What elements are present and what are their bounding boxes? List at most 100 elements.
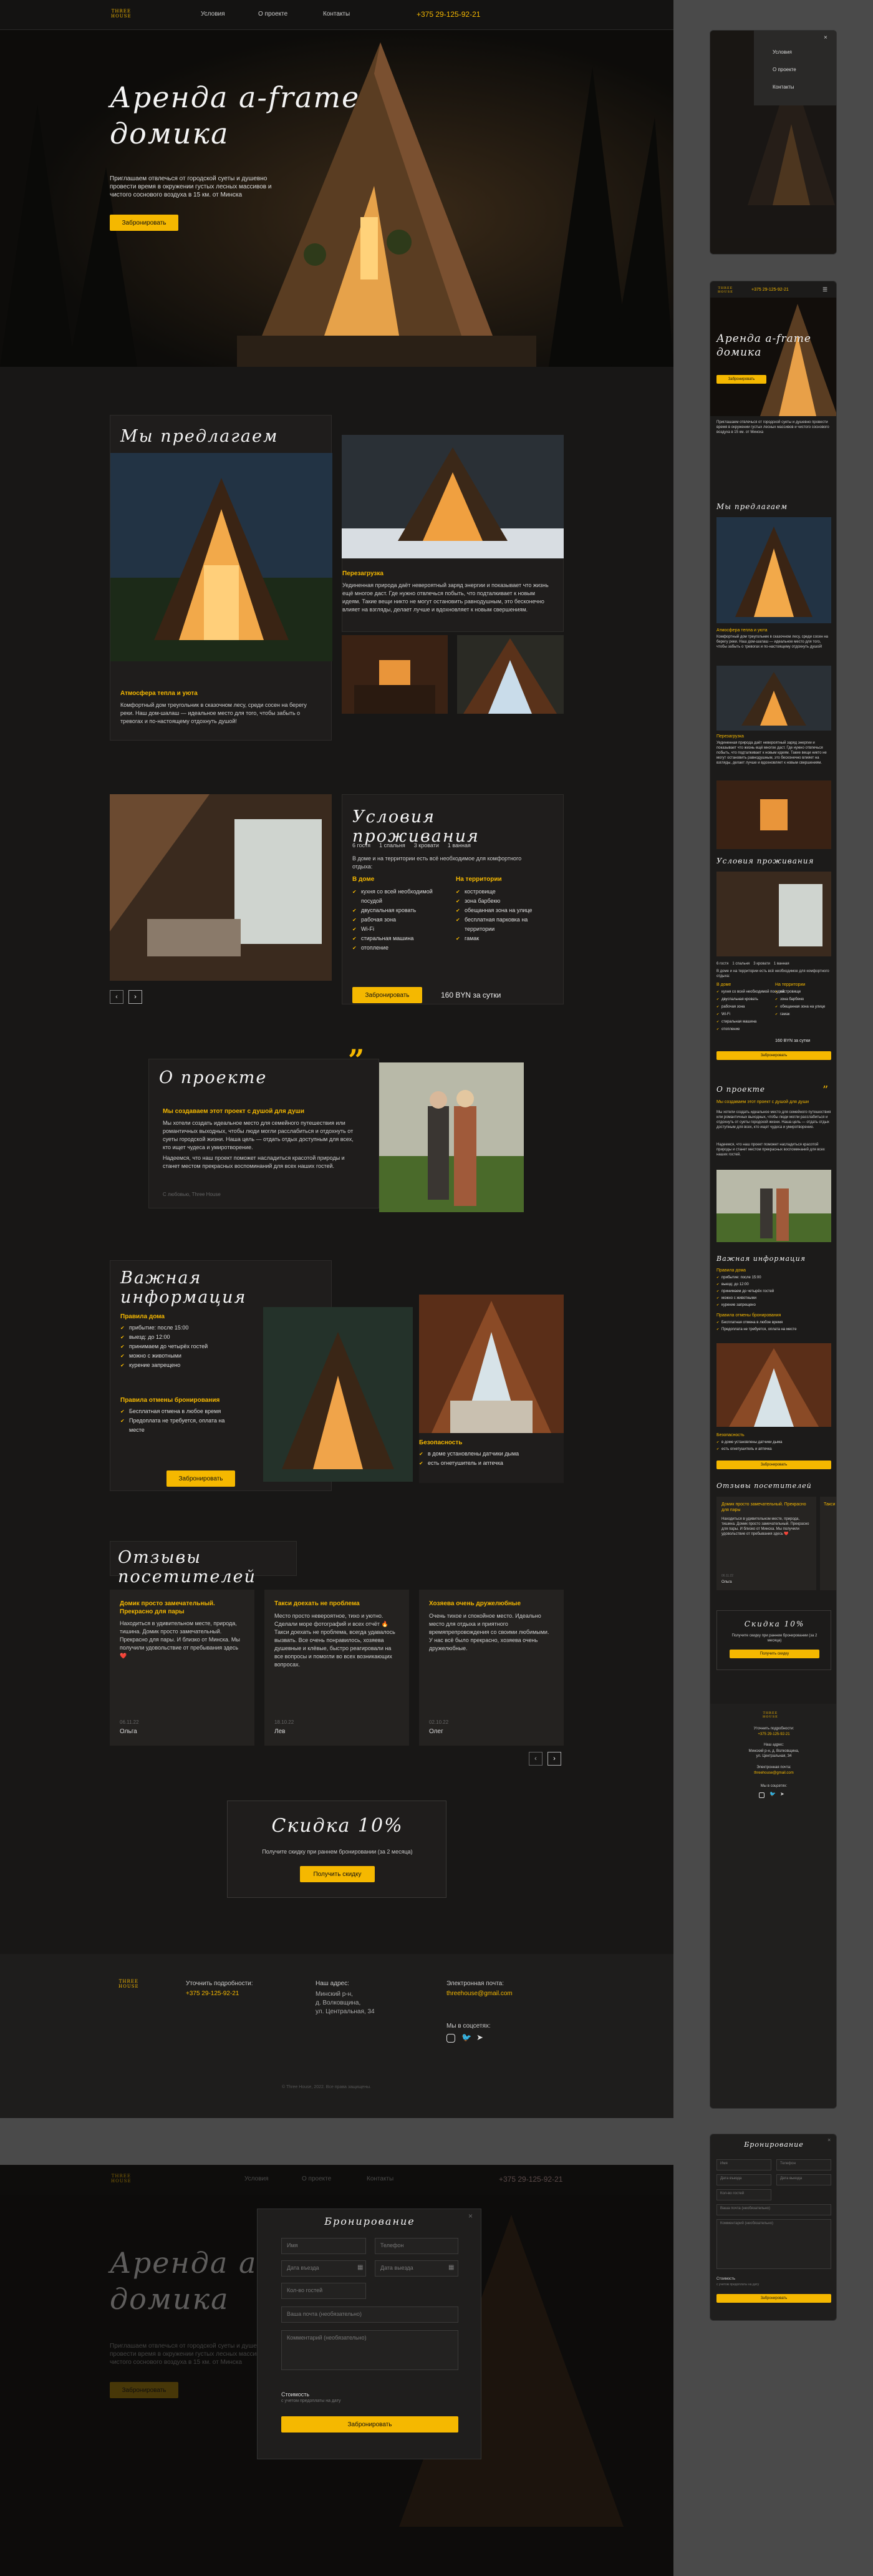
mobile-logo[interactable]: THREE HOUSE (718, 286, 733, 294)
list-item: Wi-Fi (716, 1013, 730, 1016)
mobile-conditions-intro: В доме и на территории есть всё необходи… (716, 970, 829, 978)
list-item: стиральная машина (352, 934, 446, 943)
nav-link-contacts[interactable]: Контакты (323, 11, 350, 17)
review-date: 02.10.22 (429, 1719, 449, 1725)
mobile-footer-email[interactable]: threehouse@gmail.com (710, 1771, 836, 1775)
review-author: Лев (274, 1728, 286, 1735)
slider-prev-button[interactable]: ‹ (110, 990, 123, 1004)
mobile-rules-title: Правила дома (716, 1268, 746, 1273)
close-icon[interactable]: × (827, 2137, 831, 2143)
list-item: принимаем до четырёх гостей (716, 1290, 774, 1293)
twitter-icon[interactable]: 🐦 (769, 1791, 776, 1797)
mobile-menu-item-contacts[interactable]: Контакты (773, 84, 794, 90)
reviews-title: Отзывы посетителей (118, 1548, 256, 1587)
twitter-icon[interactable]: 🐦 (461, 2033, 471, 2043)
mobile-conditions-button[interactable]: Забронировать (716, 1051, 831, 1060)
comment-field[interactable]: Комментарий (необязательно) (281, 2330, 458, 2370)
list-item: выезд: до 12:00 (716, 1283, 749, 1286)
cancel-list: Бесплатная отмена в любое время Предопла… (120, 1407, 233, 1435)
list-item: Предоплата не требуется, оплата на месте (120, 1416, 233, 1435)
booking-modal: Бронирование × Имя Телефон Дата въезда ▦… (257, 2209, 481, 2459)
telegram-icon[interactable]: ➤ (780, 1791, 784, 1797)
check-in-field[interactable]: Дата въезда (281, 2260, 366, 2277)
footer-email[interactable]: threehouse@gmail.com (446, 1990, 513, 1997)
conditions-price: 160 BYN за сутки (441, 991, 501, 999)
close-icon[interactable]: × (468, 2212, 473, 2220)
get-discount-button[interactable]: Получить скидку (300, 1866, 375, 1882)
hero-text: Приглашаем отвлечься от городской суеты … (110, 175, 272, 198)
name-field[interactable]: Имя (716, 2159, 771, 2170)
close-icon[interactable]: × (824, 34, 827, 41)
list-item: выезд: до 12:00 (120, 1333, 233, 1342)
phone-field[interactable]: Телефон (375, 2238, 458, 2254)
footer-logo[interactable]: THREE HOUSE (118, 1979, 139, 1989)
dim-hero-button: Забронировать (110, 2382, 178, 2398)
mobile-phone[interactable]: +375 29-125-92-21 (751, 288, 789, 292)
mobile-footer-email-label: Электронная почта: (756, 1766, 791, 1769)
logo[interactable]: THREE HOUSE (111, 9, 132, 19)
mobile-menu-icon[interactable]: ☰ (822, 286, 827, 293)
nav-link-conditions[interactable]: Условия (201, 11, 225, 17)
list-item: стиральная машина (716, 1020, 756, 1024)
offer-card2-text: Уединенная природа даёт невероятный заря… (342, 582, 549, 613)
nav-link-about[interactable]: О проекте (258, 11, 287, 17)
guests-field[interactable]: Кол-во гостей (281, 2283, 366, 2299)
guests-field[interactable]: Кол-во гостей (716, 2189, 771, 2200)
review-author: Ольга (120, 1728, 137, 1735)
review-title: Такси доехать не проблема (274, 1600, 360, 1607)
footer-phone[interactable]: +375 29-125-92-21 (186, 1990, 239, 1997)
mobile-discount-title: Скидка 10% (744, 1620, 805, 1628)
conditions-book-button[interactable]: Забронировать (352, 987, 422, 1003)
cost-note: с учетом предоплаты на дату (281, 2399, 341, 2403)
conditions-col1-list: кухня со всей необходимой посудой двуспа… (352, 887, 446, 953)
nav-link-conditions: Условия (244, 2175, 269, 2182)
desktop-page: THREE HOUSE Условия О проекте Контакты +3… (0, 0, 673, 2118)
email-field[interactable]: Ваша почта (необязательно) (281, 2306, 458, 2323)
mobile-booking-submit[interactable]: Забронировать (716, 2294, 831, 2303)
nav-phone[interactable]: +375 29-125-92-21 (417, 10, 480, 19)
footer-email-label: Электронная почта: (446, 1980, 504, 1987)
mobile-price: 160 BYN за сутки (775, 1039, 811, 1043)
email-field[interactable]: Ваша почта (необязательно) (716, 2204, 831, 2215)
mobile-info-button[interactable]: Забронировать (716, 1461, 831, 1469)
booking-submit-button[interactable]: Забронировать (281, 2416, 458, 2433)
instagram-icon[interactable] (759, 1792, 764, 1798)
hero: Аренда a-frame домика Приглашаем отвлечь… (0, 30, 673, 367)
list-item: двуспальная кровать (716, 998, 758, 1001)
list-item: прибытие: после 15:00 (120, 1323, 233, 1333)
reviews-prev-button[interactable]: ‹ (529, 1752, 543, 1766)
mobile-offer-card1-text: Комфортный дом треугольник в сказочном л… (716, 635, 829, 649)
mobile-discount-button[interactable]: Получить скидку (730, 1650, 819, 1658)
mobile-hero-button[interactable]: Забронировать (716, 375, 766, 384)
calendar-icon[interactable]: ▦ (448, 2264, 454, 2271)
list-item: кухня со всей необходимой посудой (716, 990, 784, 994)
mobile-menu-item-conditions[interactable]: Условия (773, 49, 792, 55)
conditions-intro: В доме и на территории есть всё необходи… (352, 855, 522, 870)
check-in-field[interactable]: Дата въезда (716, 2174, 771, 2185)
reviews-next-button[interactable]: › (547, 1752, 561, 1766)
phone-field[interactable]: Телефон (776, 2159, 831, 2170)
mobile-menu-view: × Условия О проекте Контакты (710, 30, 837, 255)
review-date: 06.11.22 (721, 1574, 734, 1578)
info-book-button[interactable]: Забронировать (166, 1470, 235, 1487)
list-item: обещанная зона на улице (775, 1005, 825, 1009)
check-out-field[interactable]: Дата выезда (375, 2260, 458, 2277)
instagram-icon[interactable] (446, 2034, 455, 2043)
review-title: Такси доехать не проблема (824, 1502, 836, 1507)
mobile-footer-logo[interactable]: THREE HOUSE (763, 1711, 778, 1719)
check-out-field[interactable]: Дата выезда (776, 2174, 831, 2185)
slider-next-button[interactable]: › (128, 990, 142, 1004)
mobile-footer-phone[interactable]: +375 29-125-92-21 (710, 1733, 836, 1736)
mobile-hero-text: Приглашаем отвлечься от городской суеты … (716, 420, 829, 434)
mobile-about-photo (716, 1170, 831, 1242)
list-item: двуспальная кровать (352, 906, 446, 915)
discount-card: Скидка 10% Получите скидку при раннем бр… (227, 1801, 446, 1898)
comment-field[interactable]: Комментарий (необязательно) (716, 2219, 831, 2269)
telegram-icon[interactable]: ➤ (476, 2033, 483, 2043)
quote-icon: ” (348, 1043, 365, 1077)
name-field[interactable]: Имя (281, 2238, 366, 2254)
list-item: гамак (456, 934, 556, 943)
calendar-icon[interactable]: ▦ (357, 2264, 363, 2271)
hero-book-button[interactable]: Забронировать (110, 215, 178, 231)
mobile-menu-item-about[interactable]: О проекте (773, 67, 796, 72)
